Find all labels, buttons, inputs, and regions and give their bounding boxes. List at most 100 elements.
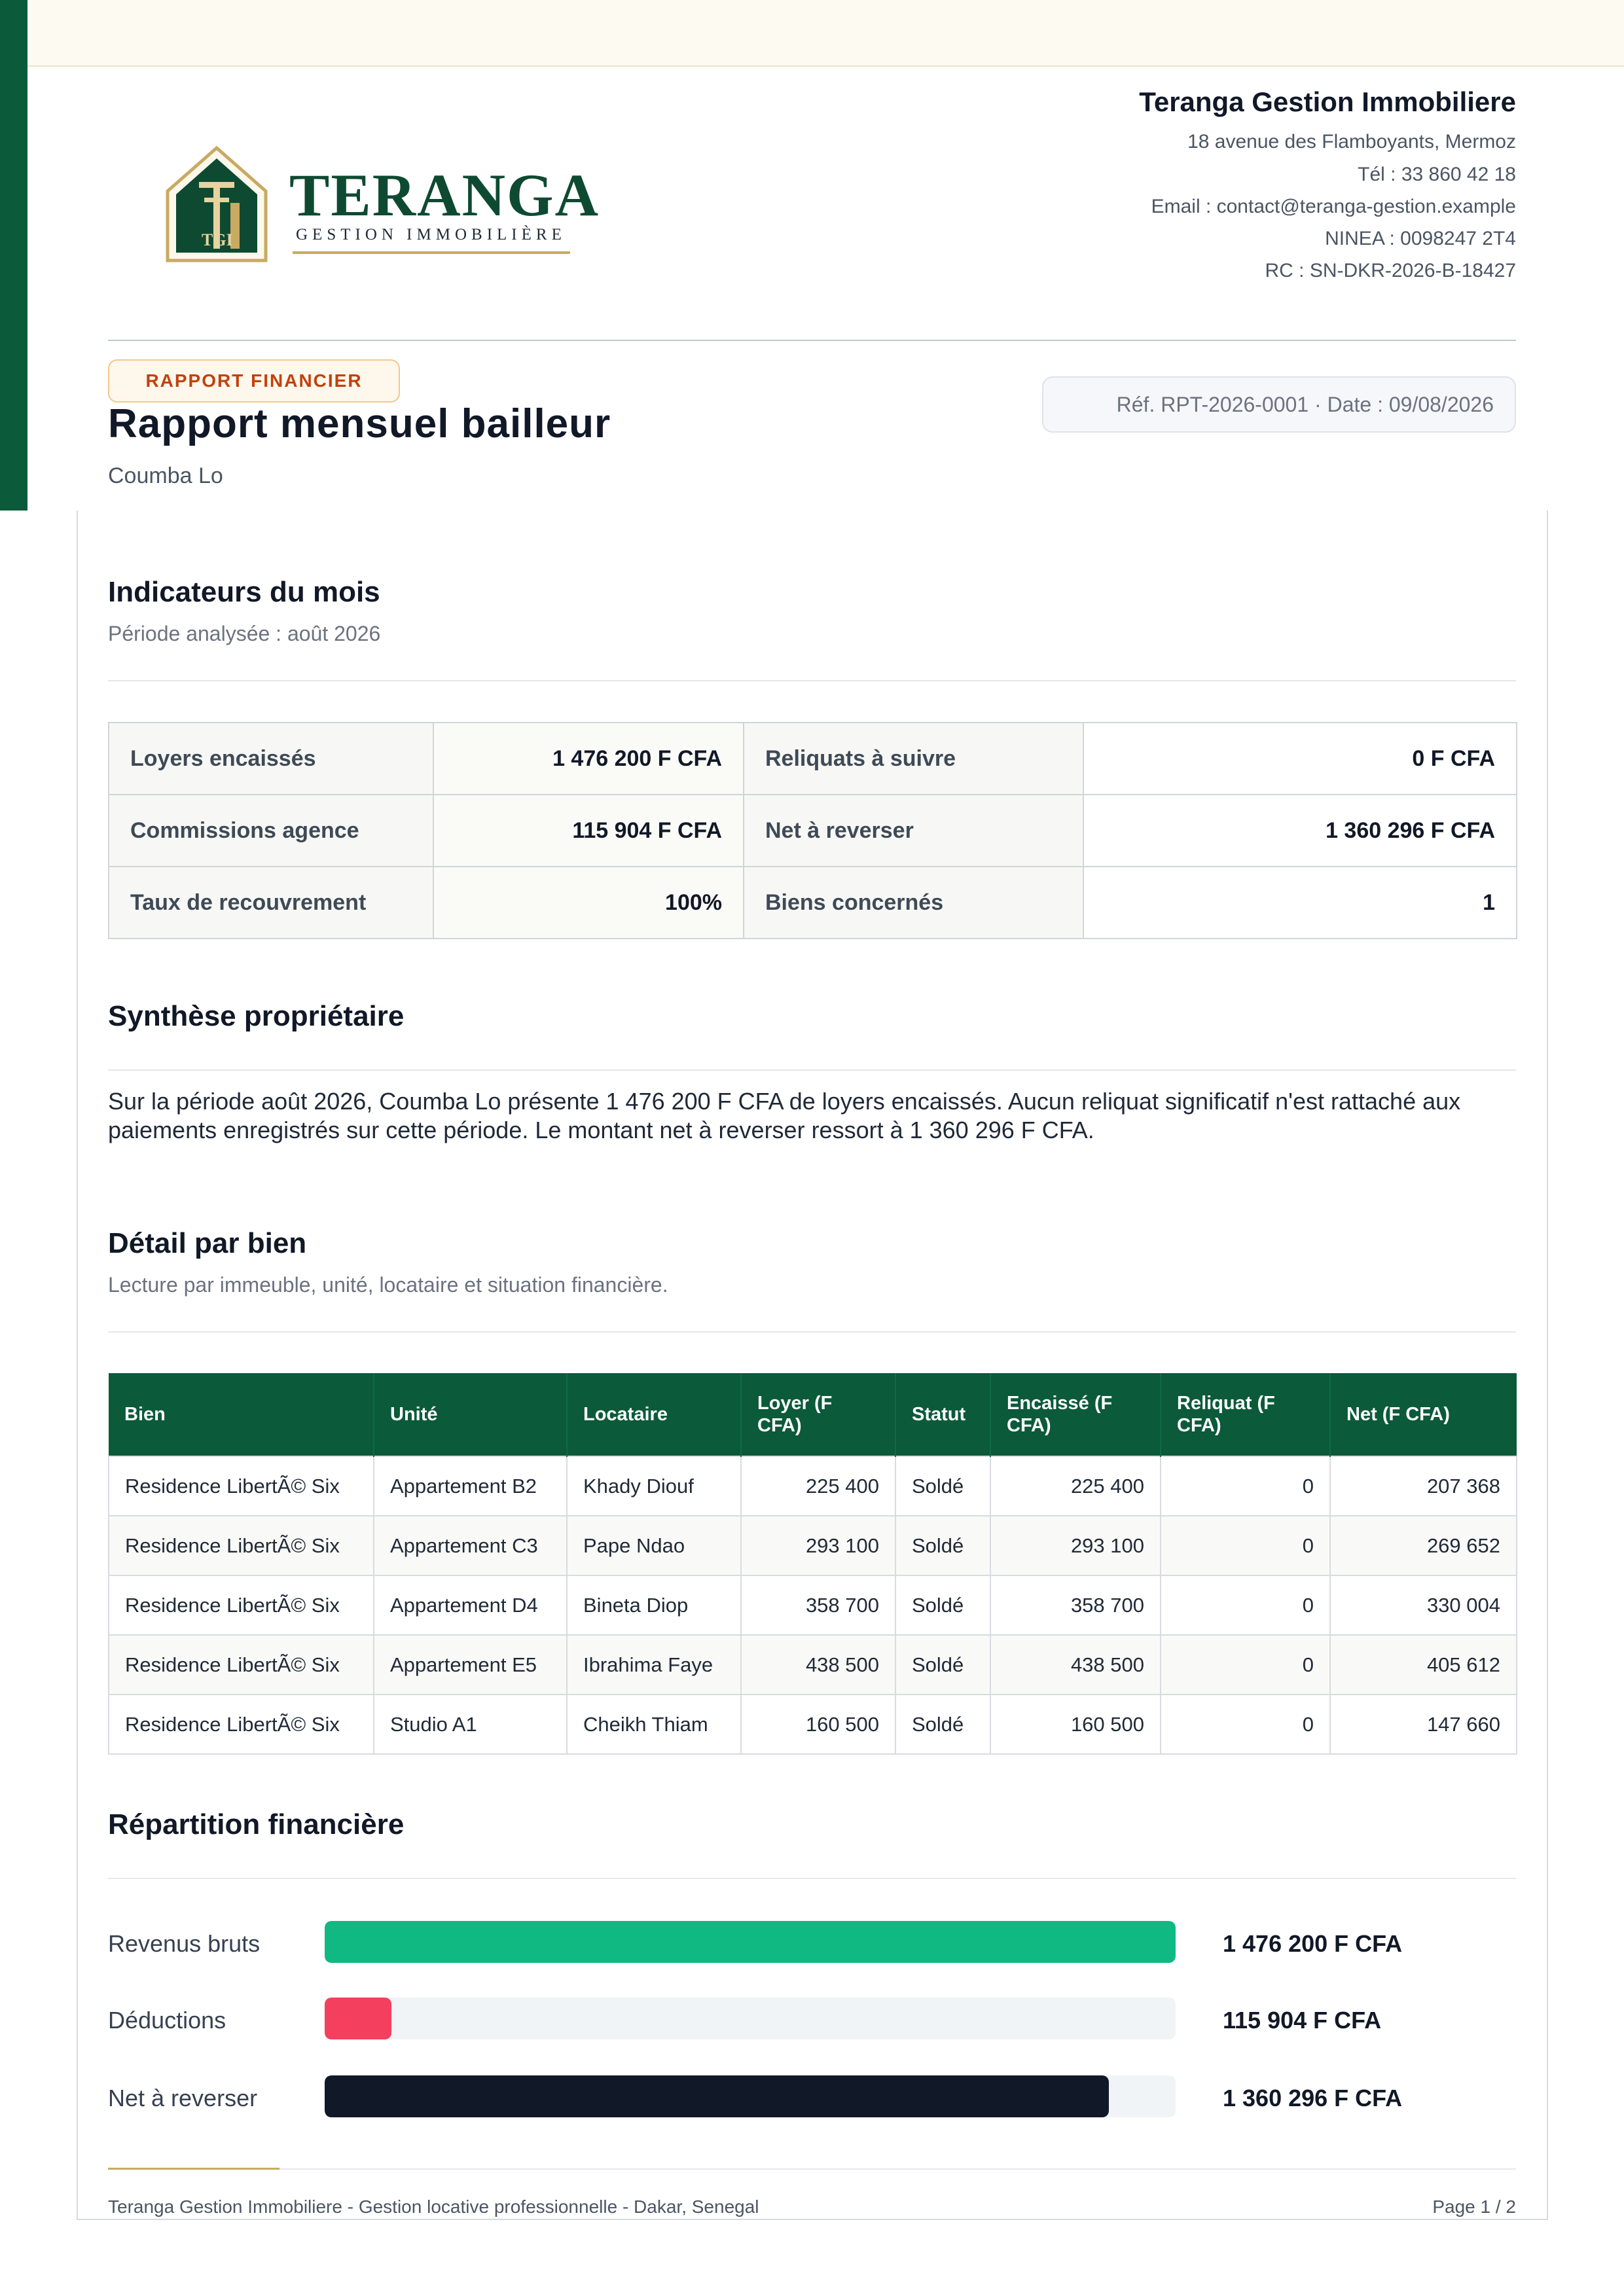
cell-tenant: Ibrahima Faye: [566, 1634, 742, 1695]
cell-collected: 438 500: [990, 1634, 1161, 1695]
company-rc: RC : SN-DKR-2026-B-18427: [1265, 260, 1516, 281]
cell-balance: 0: [1160, 1515, 1331, 1576]
page-number: Page 1 / 2: [1432, 2197, 1516, 2217]
column-header: Reliquat (F CFA): [1161, 1373, 1331, 1456]
cell-rent: 438 500: [740, 1634, 896, 1695]
cell-tenant: Khady Diouf: [566, 1456, 742, 1516]
cell-property: Residence LibertÃ© Six: [108, 1694, 374, 1755]
column-header: Net (F CFA): [1330, 1373, 1517, 1456]
column-header: Loyer (F CFA): [741, 1373, 896, 1456]
indicators-period: Période analysée : août 2026: [108, 622, 381, 645]
table-row: Residence LibertÃ© Six Appartement B2 Kh…: [108, 1456, 1517, 1516]
bar-track-gross: [325, 1921, 1176, 1963]
cell-status: Soldé: [895, 1456, 991, 1516]
indicator-row: Loyers encaissés 1 476 200 F CFA Reliqua…: [108, 722, 1517, 795]
cell-collected: 160 500: [990, 1694, 1161, 1755]
column-header: Unité: [374, 1373, 568, 1456]
cell-tenant: Cheikh Thiam: [566, 1694, 742, 1755]
cell-balance: 0: [1160, 1575, 1331, 1636]
cell-property: Residence LibertÃ© Six: [108, 1515, 374, 1576]
bar-fill-gross: [325, 1921, 1176, 1963]
report-badge: RAPPORT FINANCIER: [108, 359, 400, 403]
cell-unit: Appartement C3: [373, 1515, 568, 1576]
cell-collected: 225 400: [990, 1456, 1161, 1516]
footer-divider: [108, 2168, 1516, 2170]
indicator-label: Taux de recouvrement: [108, 866, 434, 939]
table-row: Residence LibertÃ© Six Studio A1 Cheikh …: [108, 1694, 1517, 1755]
cell-tenant: Pape Ndao: [566, 1515, 742, 1576]
cell-property: Residence LibertÃ© Six: [108, 1456, 374, 1516]
report-title: Rapport mensuel bailleur: [108, 401, 611, 446]
bar-value-deductions: 115 904 F CFA: [1223, 2007, 1382, 2034]
indicator-value: 1 360 296 F CFA: [1083, 794, 1517, 867]
column-header: Bien: [109, 1373, 374, 1456]
cell-collected: 358 700: [990, 1575, 1161, 1636]
cell-property: Residence LibertÃ© Six: [108, 1575, 374, 1636]
cell-status: Soldé: [895, 1694, 991, 1755]
brand-subtitle: GESTION IMMOBILIÈRE: [296, 226, 566, 243]
brand-underline: [293, 251, 570, 254]
company-address: 18 avenue des Flamboyants, Mermoz: [1187, 131, 1516, 152]
logo-monogram: TGI: [202, 230, 233, 249]
cell-rent: 293 100: [740, 1515, 896, 1576]
synthesis-title: Synthèse propriétaire: [108, 1000, 405, 1032]
cell-unit: Appartement B2: [373, 1456, 568, 1516]
breakdown-divider: [108, 1878, 1516, 1879]
column-header: Locataire: [567, 1373, 742, 1456]
cell-status: Soldé: [895, 1575, 991, 1636]
cell-net: 269 652: [1329, 1515, 1517, 1576]
bar-value-gross: 1 476 200 F CFA: [1223, 1930, 1403, 1957]
bar-track-net: [325, 2075, 1176, 2117]
table-row: Residence LibertÃ© Six Appartement E5 Ib…: [108, 1634, 1517, 1695]
indicator-value: 1: [1083, 866, 1517, 939]
cell-net: 405 612: [1329, 1634, 1517, 1695]
cell-balance: 0: [1160, 1694, 1331, 1755]
property-detail-table: Bien Unité Locataire Loyer (F CFA) Statu…: [108, 1373, 1517, 1755]
cell-status: Soldé: [895, 1634, 991, 1695]
cell-rent: 160 500: [740, 1694, 896, 1755]
detail-divider: [108, 1331, 1516, 1333]
company-email: Email : contact@teranga-gestion.example: [1151, 196, 1516, 217]
indicator-label: Reliquats à suivre: [743, 722, 1084, 795]
column-header: Statut: [895, 1373, 991, 1456]
cell-balance: 0: [1160, 1456, 1331, 1516]
indicator-row: Taux de recouvrement 100% Biens concerné…: [108, 866, 1517, 939]
indicator-label: Loyers encaissés: [108, 722, 434, 795]
indicator-label: Biens concernés: [743, 866, 1084, 939]
detail-title: Détail par bien: [108, 1227, 307, 1259]
cell-collected: 293 100: [990, 1515, 1161, 1576]
cell-unit: Appartement E5: [373, 1634, 568, 1695]
sidebar-accent: [0, 0, 27, 511]
indicator-value: 115 904 F CFA: [433, 794, 744, 867]
synthesis-text: Sur la période août 2026, Coumba Lo prés…: [108, 1088, 1461, 1143]
table-row: Residence LibertÃ© Six Appartement D4 Bi…: [108, 1575, 1517, 1636]
company-ninea: NINEA : 0098247 2T4: [1325, 228, 1516, 249]
column-header: Encaissé (F CFA): [990, 1373, 1161, 1456]
table-row: Residence LibertÃ© Six Appartement C3 Pa…: [108, 1515, 1517, 1576]
cell-unit: Studio A1: [373, 1694, 568, 1755]
indicator-label: Net à reverser: [743, 794, 1084, 867]
breakdown-title: Répartition financière: [108, 1808, 405, 1840]
footer-accent: [108, 2168, 280, 2170]
bar-fill-deductions: [325, 1998, 392, 2039]
indicator-value: 1 476 200 F CFA: [433, 722, 744, 795]
bar-label-gross: Revenus bruts: [108, 1930, 261, 1957]
owner-name: Coumba Lo: [108, 463, 223, 488]
company-phone: Tél : 33 860 42 18: [1358, 164, 1516, 185]
bar-label-net: Net à reverser: [108, 2085, 258, 2111]
cell-rent: 225 400: [740, 1456, 896, 1516]
reference-box: Réf. RPT-2026-0001 · Date : 09/08/2026: [1042, 376, 1516, 433]
brand-name: TERANGA: [289, 162, 600, 228]
cell-balance: 0: [1160, 1634, 1331, 1695]
cell-status: Soldé: [895, 1515, 991, 1576]
cell-tenant: Bineta Diop: [566, 1575, 742, 1636]
bar-value-net: 1 360 296 F CFA: [1223, 2085, 1403, 2111]
cell-net: 147 660: [1329, 1694, 1517, 1755]
indicator-value: 0 F CFA: [1083, 722, 1517, 795]
table-header-row: Bien Unité Locataire Loyer (F CFA) Statu…: [109, 1373, 1517, 1456]
cell-net: 207 368: [1329, 1456, 1517, 1516]
house-logo-icon: TGI: [166, 145, 268, 262]
indicator-value: 100%: [433, 866, 744, 939]
synthesis-divider: [108, 1069, 1516, 1071]
indicator-row: Commissions agence 115 904 F CFA Net à r…: [108, 794, 1517, 867]
